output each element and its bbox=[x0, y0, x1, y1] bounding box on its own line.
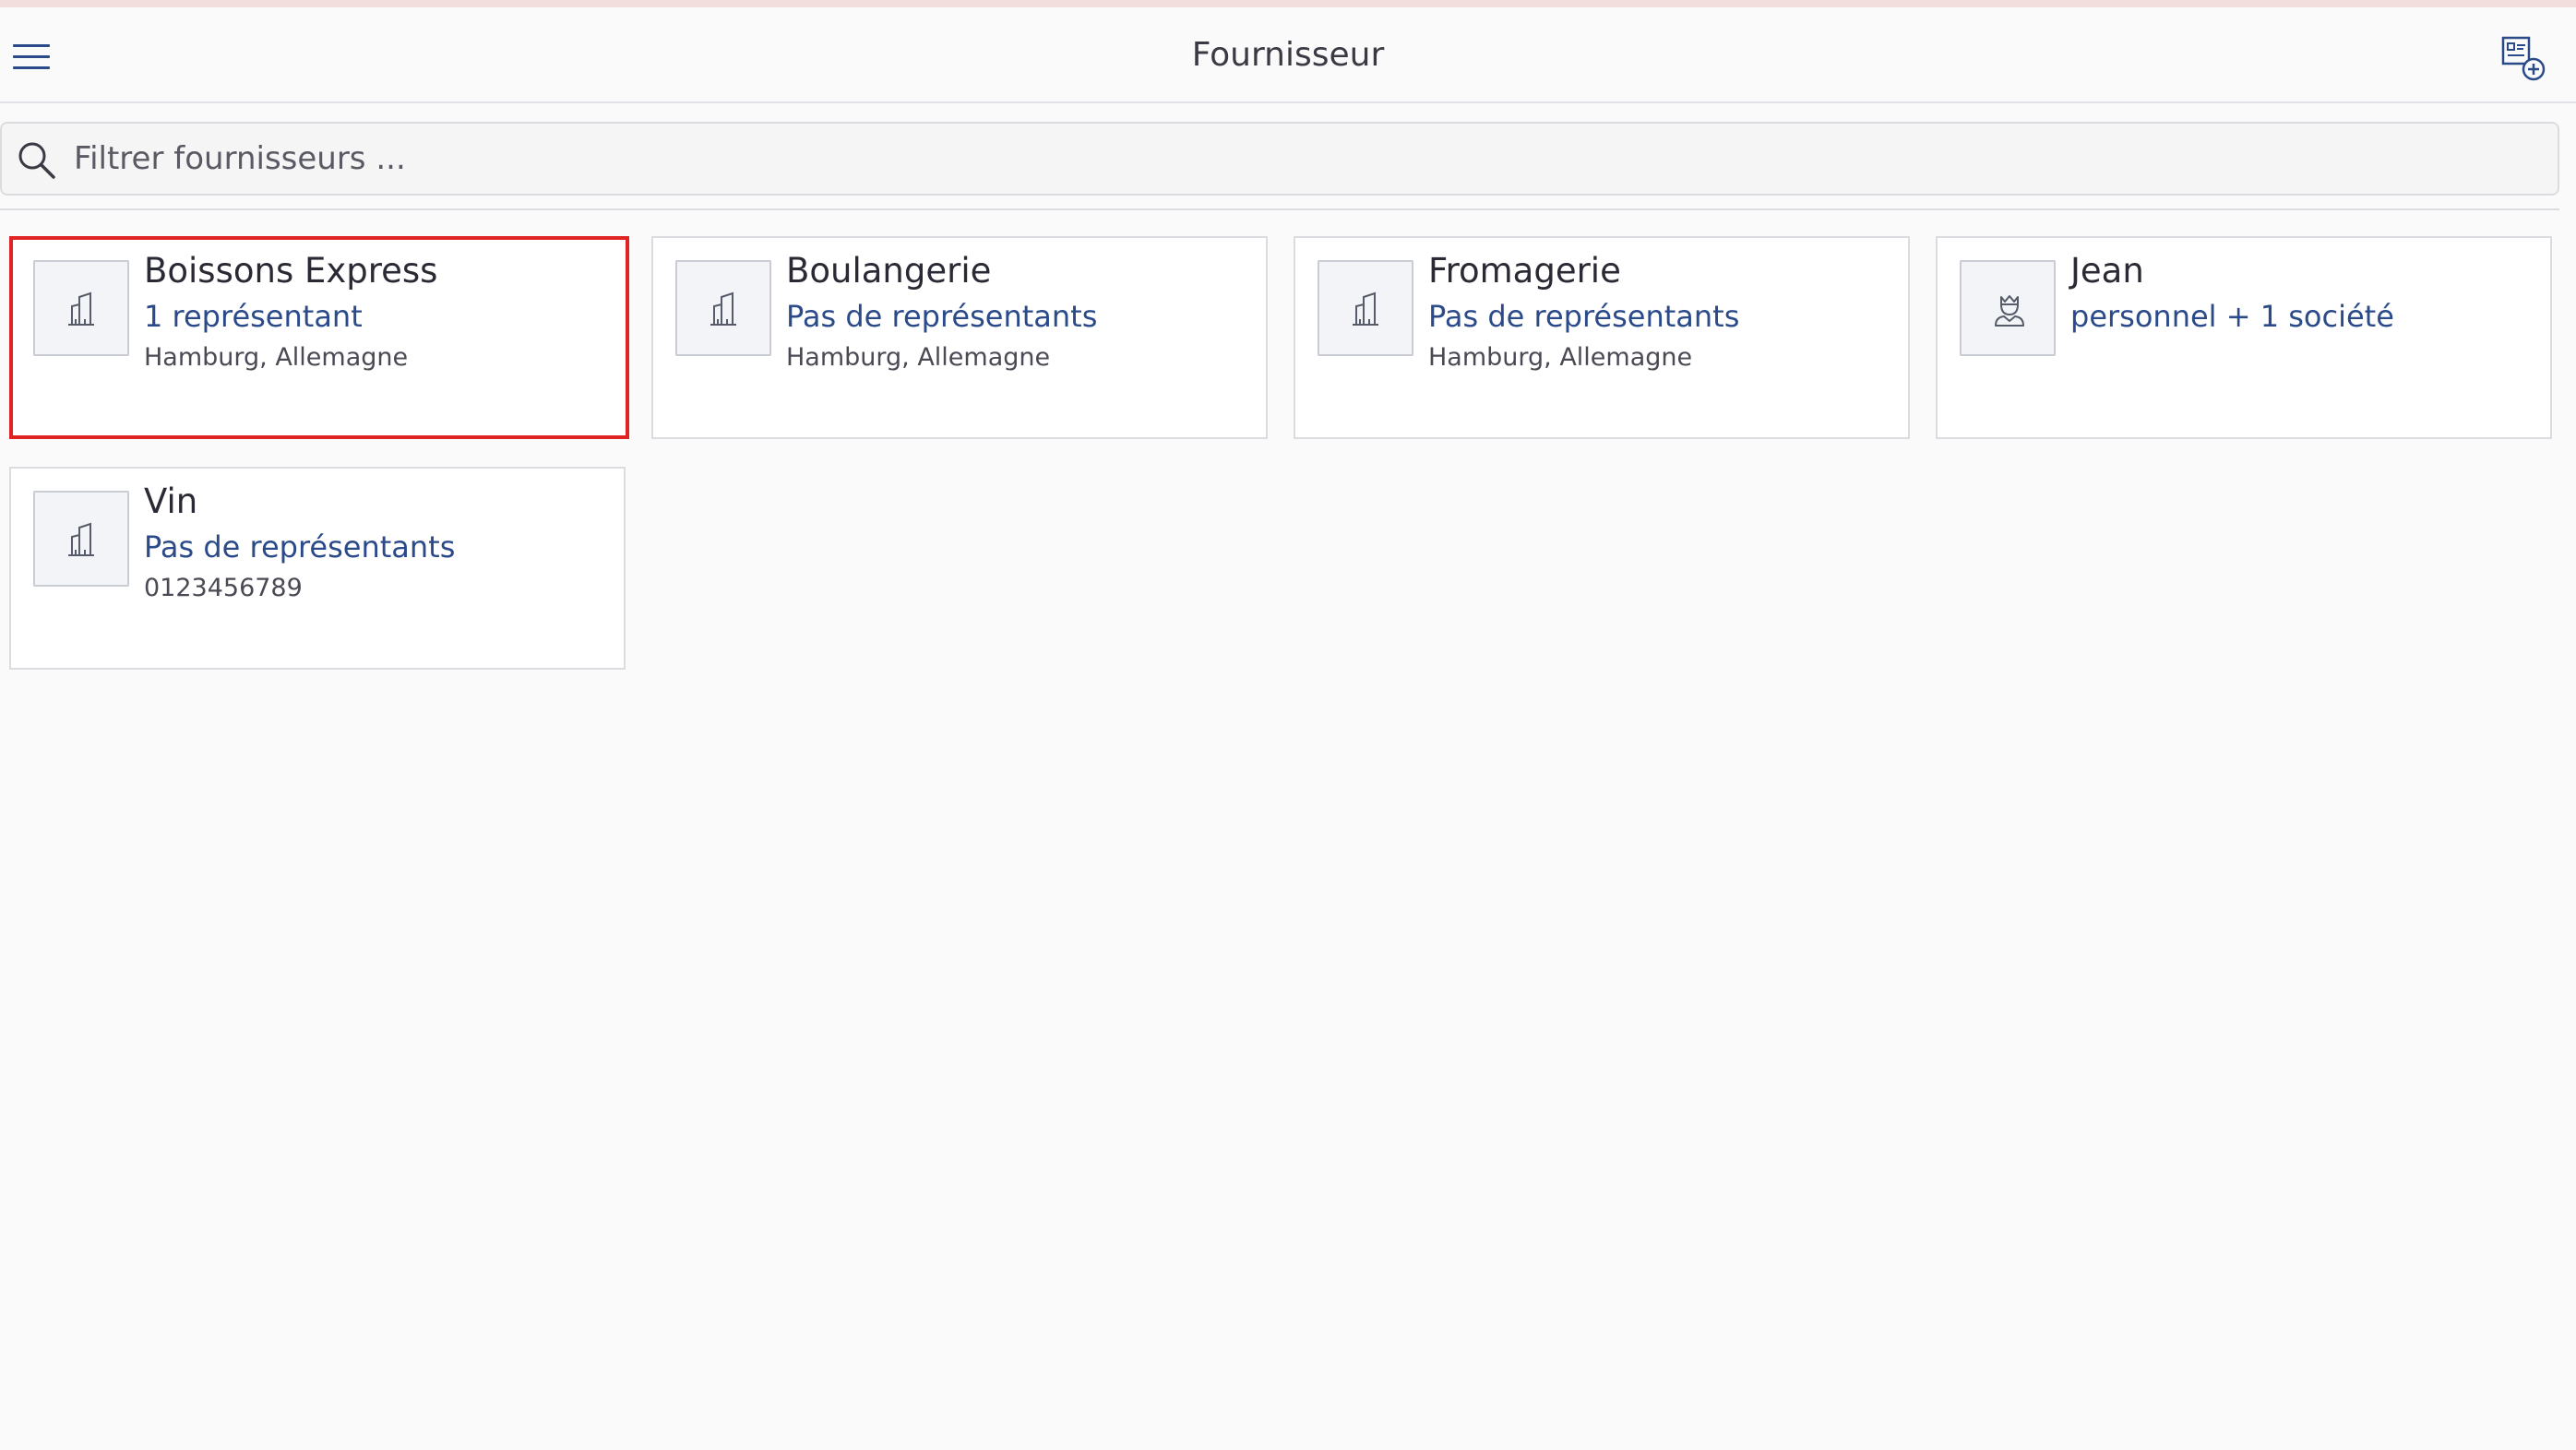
supplier-name: Fromagerie bbox=[1428, 251, 1621, 291]
building-icon bbox=[68, 522, 94, 556]
supplier-detail: Hamburg, Allemagne bbox=[786, 343, 1051, 372]
search-icon bbox=[18, 142, 55, 179]
building-icon bbox=[710, 291, 736, 326]
supplier-card-vin[interactable]: Vin Pas de représentants 0123456789 bbox=[9, 467, 626, 670]
page-title: Fournisseur bbox=[1191, 36, 1385, 74]
supplier-card-boulangerie[interactable]: Boulangerie Pas de représentants Hamburg… bbox=[651, 236, 1268, 439]
supplier-representatives: personnel + 1 société bbox=[2070, 299, 2394, 334]
supplier-card-boissons-express[interactable]: Boissons Express 1 représentant Hamburg,… bbox=[9, 236, 629, 439]
building-icon bbox=[1353, 291, 1378, 326]
supplier-avatar bbox=[675, 260, 771, 356]
supplier-avatar bbox=[33, 491, 129, 587]
supplier-name: Boulangerie bbox=[786, 251, 992, 291]
supplier-name: Vin bbox=[144, 481, 198, 521]
supplier-detail: 0123456789 bbox=[144, 574, 303, 602]
menu-button[interactable] bbox=[11, 39, 52, 76]
supplier-detail: Hamburg, Allemagne bbox=[144, 343, 409, 372]
app-header: Fournisseur bbox=[0, 7, 2576, 103]
supplier-name: Jean bbox=[2070, 251, 2144, 291]
supplier-avatar bbox=[1960, 260, 2056, 356]
person-icon bbox=[1995, 295, 2024, 327]
supplier-representatives: Pas de représentants bbox=[144, 529, 456, 565]
hamburger-menu-icon bbox=[13, 44, 50, 47]
supplier-card-jean[interactable]: Jean personnel + 1 société bbox=[1936, 236, 2552, 439]
search-bar bbox=[0, 122, 2559, 196]
supplier-avatar bbox=[1318, 260, 1413, 356]
add-supplier-button[interactable] bbox=[2500, 35, 2548, 83]
top-accent-line bbox=[0, 0, 2576, 7]
search-input[interactable] bbox=[74, 131, 2519, 186]
divider bbox=[0, 208, 2559, 210]
supplier-representatives: Pas de représentants bbox=[1428, 299, 1740, 334]
building-icon bbox=[68, 291, 94, 326]
supplier-avatar bbox=[33, 260, 129, 356]
supplier-detail: Hamburg, Allemagne bbox=[1428, 343, 1693, 372]
supplier-representatives: 1 représentant bbox=[144, 299, 363, 334]
supplier-representatives: Pas de représentants bbox=[786, 299, 1098, 334]
add-contact-icon bbox=[2501, 36, 2546, 81]
supplier-card-fromagerie[interactable]: Fromagerie Pas de représentants Hamburg,… bbox=[1294, 236, 1910, 439]
supplier-name: Boissons Express bbox=[144, 251, 438, 291]
